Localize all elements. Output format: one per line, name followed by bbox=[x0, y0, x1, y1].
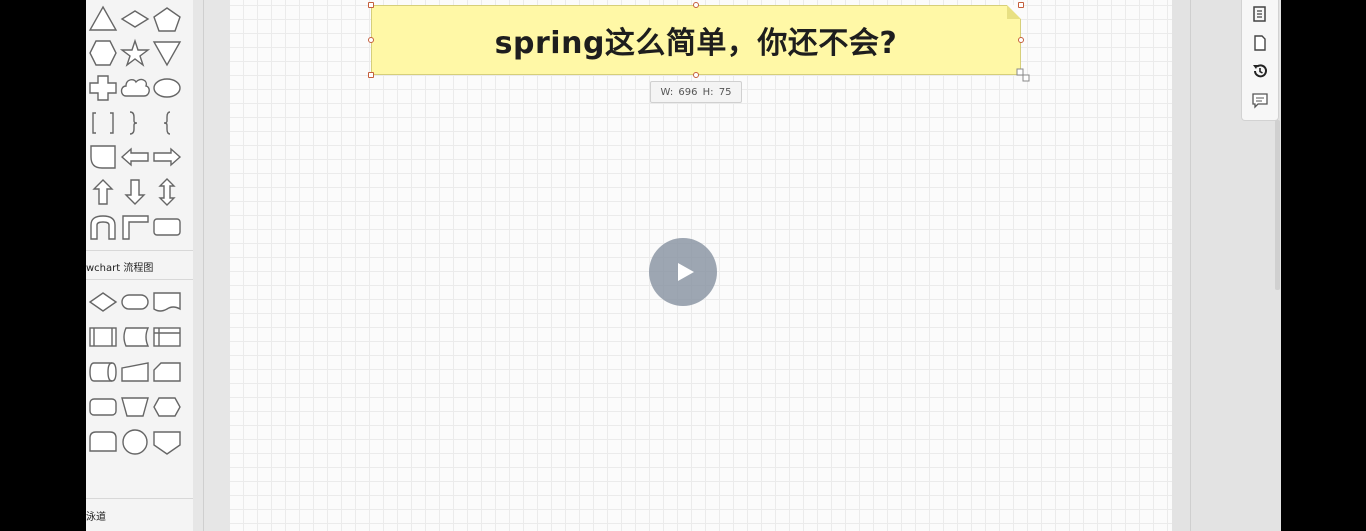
triangle-shape-icon[interactable] bbox=[88, 5, 118, 33]
palette-divider bbox=[86, 279, 193, 280]
stored-data-shape-icon[interactable] bbox=[120, 323, 150, 351]
resize-handle-bottom[interactable] bbox=[693, 72, 699, 78]
note-title-text[interactable]: spring这么简单，你还不会? bbox=[372, 6, 1020, 74]
shapes-palette: wchart 流程图 泳道 bbox=[86, 0, 193, 531]
card-shape-icon[interactable] bbox=[152, 358, 182, 386]
preparation-shape-icon[interactable] bbox=[152, 393, 182, 421]
left-arrow-shape-icon[interactable] bbox=[120, 143, 150, 171]
half-brace-shape-icon[interactable] bbox=[152, 109, 182, 137]
off-page-reference-shape-icon[interactable] bbox=[88, 428, 118, 456]
blank-page-icon[interactable] bbox=[1251, 34, 1269, 52]
rhombus-shape-icon[interactable] bbox=[120, 5, 150, 33]
manual-input-shape-icon[interactable] bbox=[120, 358, 150, 386]
bracket-shape-icon[interactable] bbox=[88, 109, 118, 137]
page-format-icon[interactable] bbox=[1251, 5, 1269, 23]
palette-divider bbox=[86, 498, 193, 499]
history-icon[interactable] bbox=[1251, 62, 1269, 80]
internal-storage-shape-icon[interactable] bbox=[152, 323, 182, 351]
resize-handle-right[interactable] bbox=[1018, 37, 1024, 43]
off-page-connector-shape-icon[interactable] bbox=[152, 428, 182, 456]
gutter-divider bbox=[203, 0, 204, 531]
resize-corner-icon[interactable] bbox=[1016, 68, 1030, 82]
document-shape-icon[interactable] bbox=[152, 288, 182, 316]
corner-shape-icon[interactable] bbox=[120, 213, 150, 241]
selected-note-shape[interactable]: spring这么简单，你还不会? bbox=[371, 5, 1021, 75]
hexagon-shape-icon[interactable] bbox=[88, 39, 118, 67]
panel-edge bbox=[1190, 0, 1191, 531]
inverted-triangle-shape-icon[interactable] bbox=[152, 39, 182, 67]
resize-handle-top-right[interactable] bbox=[1018, 2, 1024, 8]
flowchart-section-title[interactable]: wchart 流程图 bbox=[86, 259, 153, 274]
video-play-button[interactable] bbox=[649, 238, 717, 306]
ellipse-shape-icon[interactable] bbox=[152, 74, 182, 102]
resize-handle-bottom-left[interactable] bbox=[368, 72, 374, 78]
comment-icon[interactable] bbox=[1251, 91, 1269, 109]
terminator-shape-icon[interactable] bbox=[120, 288, 150, 316]
predefined-process-shape-icon[interactable] bbox=[88, 323, 118, 351]
right-panel bbox=[1172, 0, 1281, 531]
letterbox-right bbox=[1281, 0, 1366, 531]
swimlane-section-title[interactable]: 泳道 bbox=[86, 508, 106, 523]
play-icon bbox=[678, 263, 694, 281]
palette-gutter bbox=[193, 0, 230, 531]
rounded-rectangle-shape-icon[interactable] bbox=[152, 213, 182, 241]
display-shape-icon[interactable] bbox=[88, 393, 118, 421]
resize-handle-left[interactable] bbox=[368, 37, 374, 43]
manual-operation-shape-icon[interactable] bbox=[120, 393, 150, 421]
direct-data-shape-icon[interactable] bbox=[88, 358, 118, 386]
vertical-scrollbar[interactable] bbox=[1275, 120, 1280, 290]
cloud-shape-icon[interactable] bbox=[120, 74, 150, 102]
resize-handle-top-left[interactable] bbox=[368, 2, 374, 8]
resize-handle-top[interactable] bbox=[693, 2, 699, 8]
decision-shape-icon[interactable] bbox=[88, 288, 118, 316]
palette-divider bbox=[86, 250, 193, 251]
curly-brace-shape-icon[interactable] bbox=[120, 109, 150, 137]
pentagon-shape-icon[interactable] bbox=[152, 5, 182, 33]
right-toolstrip bbox=[1241, 0, 1279, 121]
right-arrow-shape-icon[interactable] bbox=[152, 143, 182, 171]
star-shape-icon[interactable] bbox=[119, 38, 151, 67]
down-arrow-shape-icon[interactable] bbox=[120, 178, 150, 206]
up-arrow-shape-icon[interactable] bbox=[88, 178, 118, 206]
letterbox-left bbox=[0, 0, 86, 531]
up-down-arrow-shape-icon[interactable] bbox=[152, 178, 182, 206]
connector-circle-shape-icon[interactable] bbox=[120, 428, 150, 456]
cross-shape-icon[interactable] bbox=[88, 74, 118, 102]
size-tooltip: W: 696 H: 75 bbox=[650, 81, 742, 103]
u-turn-shape-icon[interactable] bbox=[88, 213, 118, 241]
delay-shape-icon[interactable] bbox=[88, 143, 118, 171]
